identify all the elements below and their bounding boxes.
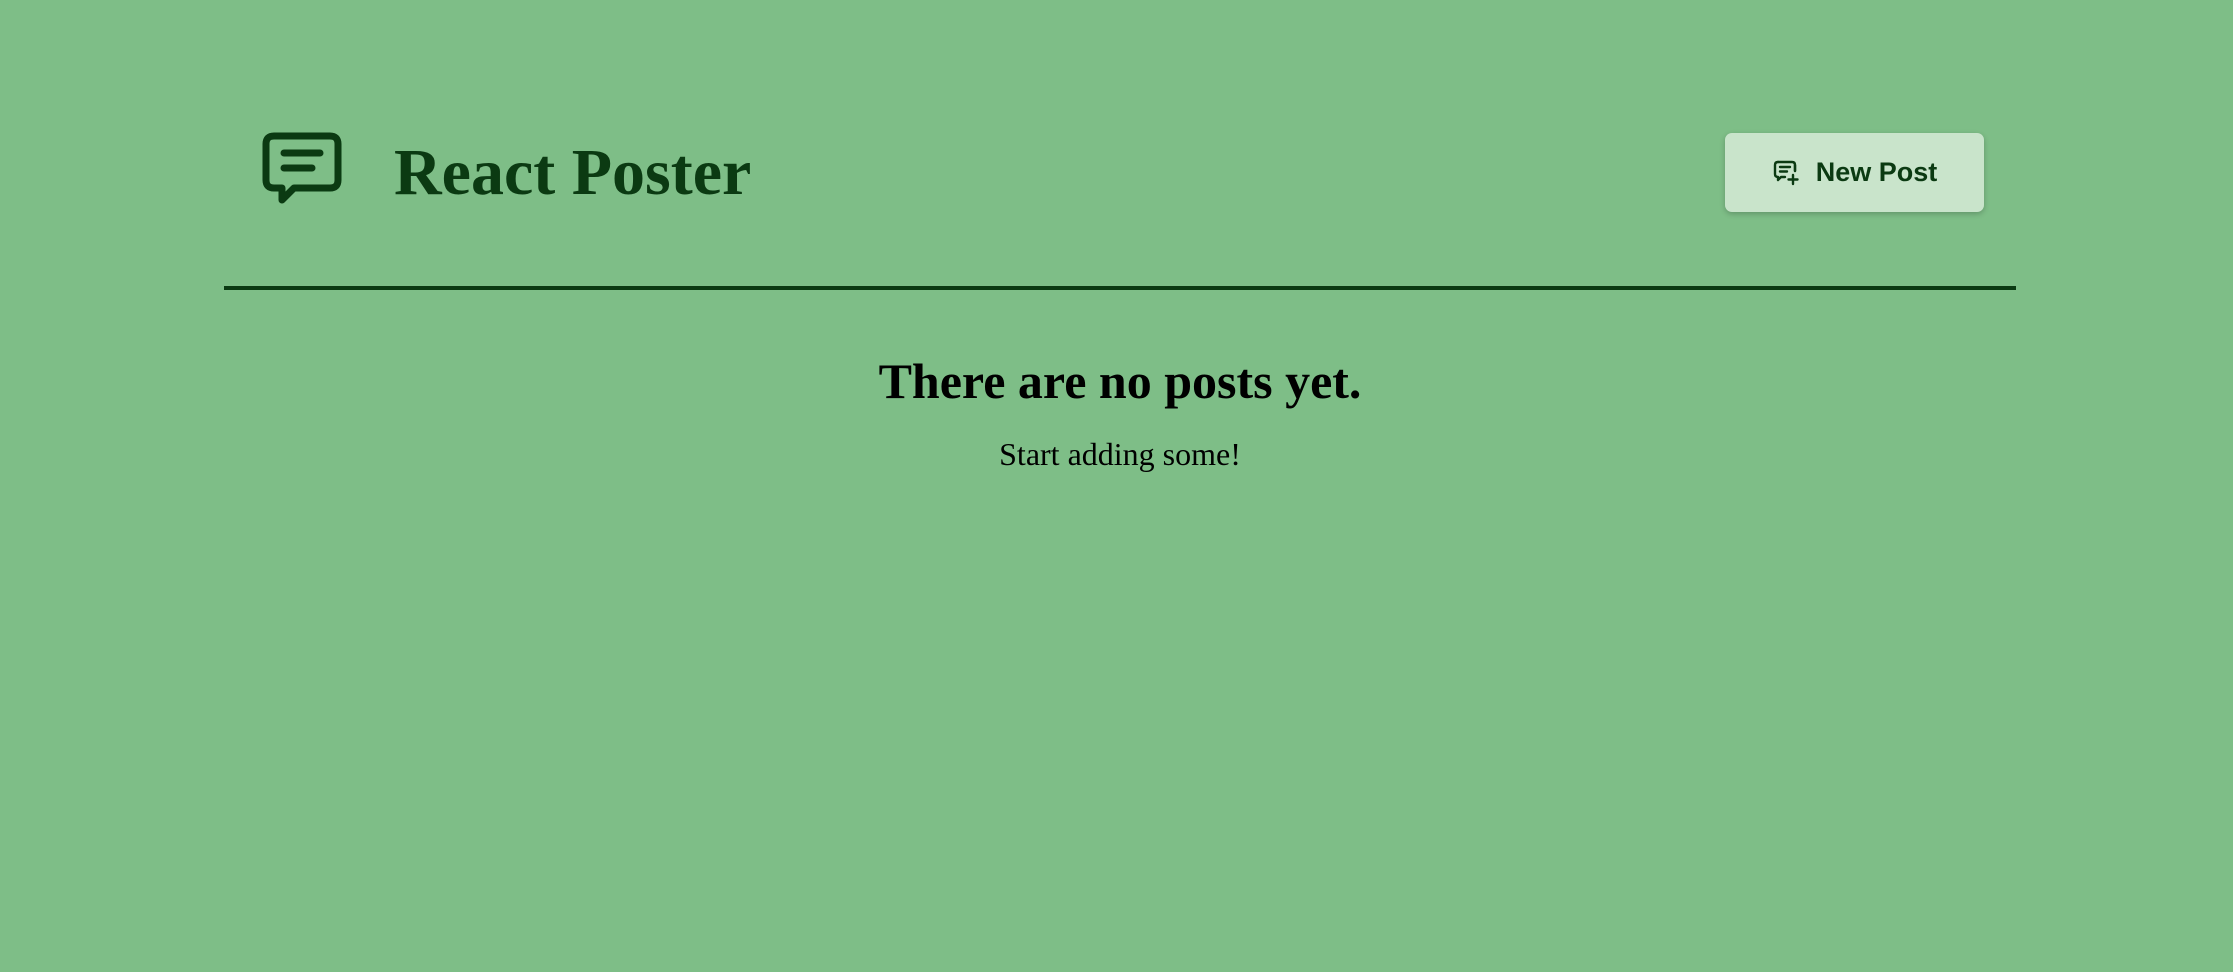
new-post-button[interactable]: New Post <box>1725 133 1984 212</box>
empty-posts-state: There are no posts yet. Start adding som… <box>0 350 2233 474</box>
message-plus-icon <box>1772 159 1800 187</box>
new-post-button-label: New Post <box>1815 157 1938 187</box>
empty-state-title: There are no posts yet. <box>878 353 1362 409</box>
message-square-icon <box>260 130 344 214</box>
app-title: React Poster <box>394 136 752 209</box>
empty-state-subtitle: Start adding some! <box>999 436 1241 472</box>
app-header: React Poster New Post <box>224 0 2016 290</box>
